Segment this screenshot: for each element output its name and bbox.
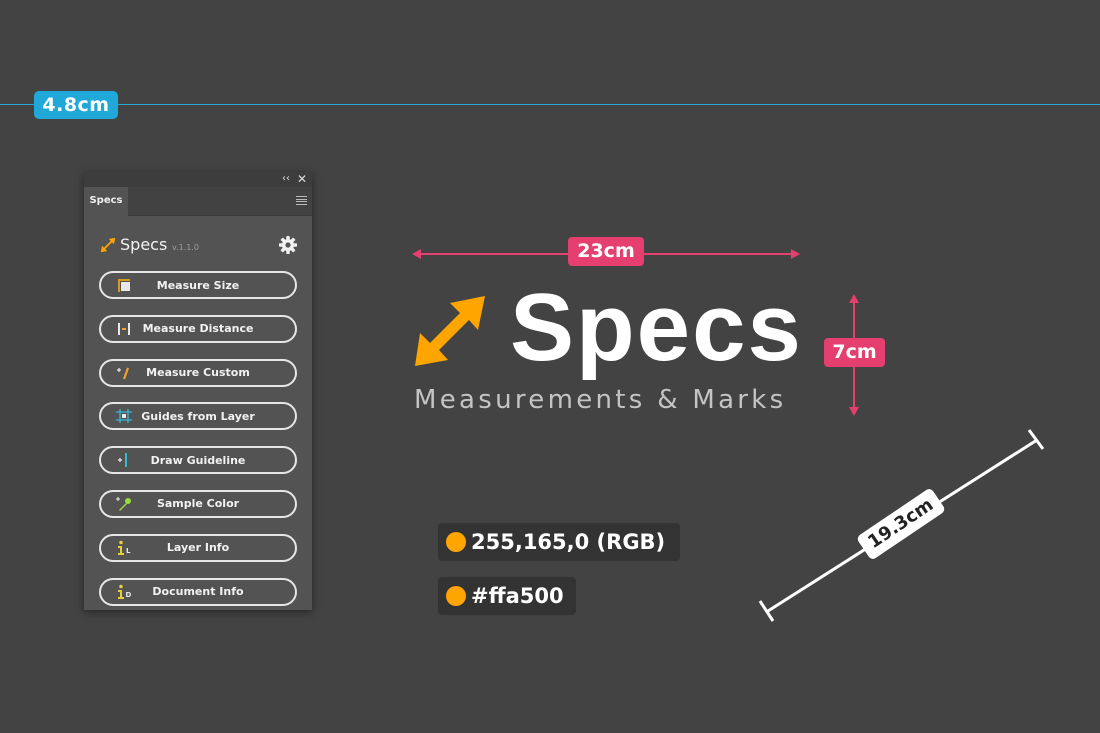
button-label: Guides from Layer bbox=[141, 409, 255, 423]
double-chevron-left-icon[interactable]: ‹‹ bbox=[282, 173, 290, 185]
hex-value: #ffa500 bbox=[471, 584, 564, 608]
measure-distance-button[interactable]: Measure Distance bbox=[99, 314, 297, 343]
panel-version: v.1.1.0 bbox=[172, 243, 200, 252]
button-label: Sample Color bbox=[156, 497, 240, 511]
specs-panel: ‹‹ ✕ Specs Specs v.1.1.0 Measure Size Me… bbox=[84, 172, 312, 610]
measure-size-button[interactable]: Measure Size bbox=[99, 271, 297, 299]
height-badge: 7cm bbox=[824, 338, 885, 367]
hero-subtitle: Measurements & Marks bbox=[414, 385, 787, 415]
document-info-button[interactable]: D Document Info bbox=[99, 577, 297, 606]
panel-button-list: Measure Size Measure Distance Measure Cu… bbox=[99, 271, 297, 621]
horizontal-guide-line[interactable] bbox=[0, 104, 1100, 105]
document-info-icon: D bbox=[118, 584, 132, 599]
gear-icon[interactable] bbox=[278, 235, 298, 255]
button-label: Document Info bbox=[152, 585, 244, 599]
panel-tabbar: Specs bbox=[84, 187, 312, 216]
hamburger-menu-icon[interactable] bbox=[296, 196, 307, 205]
eyedropper-icon bbox=[116, 496, 131, 511]
layer-info-button[interactable]: L Layer Info bbox=[99, 533, 297, 562]
guides-from-layer-icon bbox=[116, 409, 132, 424]
button-label: Measure Distance bbox=[142, 322, 254, 336]
color-swatch bbox=[446, 532, 466, 552]
svg-text:D: D bbox=[126, 591, 132, 599]
measure-custom-icon bbox=[117, 367, 130, 379]
hero-title: Specs bbox=[510, 274, 803, 381]
rgb-color-chip: 255,165,0 (RGB) bbox=[438, 523, 680, 561]
measure-custom-button[interactable]: Measure Custom bbox=[99, 358, 297, 387]
specs-logo-arrow-icon bbox=[415, 296, 485, 366]
panel-title: Specs bbox=[120, 235, 168, 254]
guide-position-badge: 4.8cm bbox=[34, 91, 118, 119]
svg-text:L: L bbox=[126, 547, 131, 555]
close-icon[interactable]: ✕ bbox=[297, 172, 307, 186]
tab-specs[interactable]: Specs bbox=[84, 187, 128, 216]
specs-logo-icon bbox=[100, 237, 116, 253]
sample-color-button[interactable]: Sample Color bbox=[99, 489, 297, 518]
draw-guideline-icon bbox=[118, 453, 127, 468]
panel-header: Specs v.1.1.0 bbox=[100, 235, 298, 257]
measure-size-icon bbox=[118, 279, 130, 292]
panel-titlebar[interactable]: ‹‹ ✕ bbox=[84, 172, 312, 187]
button-label: Draw Guideline bbox=[150, 453, 246, 467]
button-label: Measure Size bbox=[156, 278, 240, 292]
diagonal-measure-badge: 19.3cm bbox=[855, 487, 947, 561]
button-label: Layer Info bbox=[166, 541, 230, 555]
guides-from-layer-button[interactable]: Guides from Layer bbox=[99, 402, 297, 431]
button-label: Measure Custom bbox=[146, 366, 250, 380]
draw-guideline-button[interactable]: Draw Guideline bbox=[99, 446, 297, 475]
measure-distance-icon bbox=[118, 322, 130, 335]
layer-info-icon: L bbox=[118, 540, 131, 555]
width-badge: 23cm bbox=[568, 237, 644, 266]
rgb-value: 255,165,0 (RGB) bbox=[471, 530, 666, 554]
hex-color-chip: #ffa500 bbox=[438, 577, 576, 615]
color-swatch bbox=[446, 586, 466, 606]
